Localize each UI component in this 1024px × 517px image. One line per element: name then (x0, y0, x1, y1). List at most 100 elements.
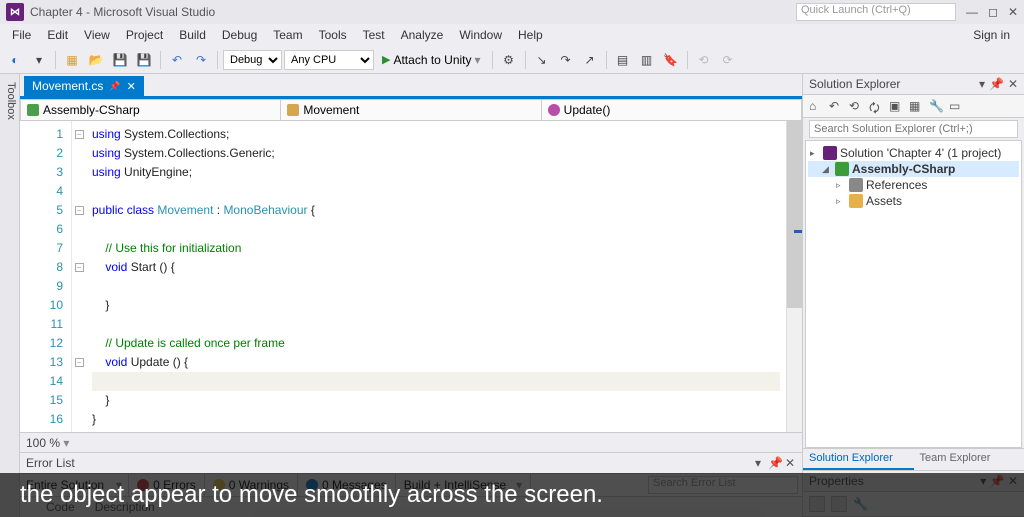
menu-debug[interactable]: Debug (214, 26, 265, 44)
close-icon[interactable]: ✕ (1008, 5, 1018, 19)
toolbar-separator (160, 51, 161, 69)
close-tab-icon[interactable]: ✕ (127, 80, 136, 93)
tree-solution-node[interactable]: ▸ Solution 'Chapter 4' (1 project) (808, 145, 1019, 161)
window-title: Chapter 4 - Microsoft Visual Studio (30, 5, 796, 19)
menu-edit[interactable]: Edit (39, 26, 76, 44)
tab-team-explorer[interactable]: Team Explorer (914, 449, 1024, 470)
step-into-icon[interactable]: ↘ (531, 49, 553, 71)
csharp-project-icon (835, 162, 849, 176)
code-editor[interactable]: 1234567891011121314151617 − − − − using … (20, 121, 802, 432)
tree-assets-node[interactable]: ▹ Assets (808, 193, 1019, 209)
comment-icon[interactable]: ▤ (612, 49, 634, 71)
solution-icon (823, 146, 837, 160)
folder-icon (849, 194, 863, 208)
back-icon[interactable]: ↶ (829, 99, 843, 113)
pin-icon[interactable]: 📌 (768, 456, 780, 470)
search-solution-input[interactable] (809, 120, 1018, 138)
dropdown-icon[interactable]: ▾ (752, 456, 764, 470)
open-file-icon[interactable]: 📂 (85, 49, 107, 71)
tree-references-node[interactable]: ▹ References (808, 177, 1019, 193)
pin-icon[interactable]: 📌 (989, 77, 1004, 91)
toolbar-separator (687, 51, 688, 69)
uncomment-icon[interactable]: ▥ (636, 49, 658, 71)
code-content[interactable]: using System.Collections;using System.Co… (86, 121, 786, 432)
vertical-scrollbar[interactable] (786, 121, 802, 432)
show-all-icon[interactable]: ▦ (909, 99, 923, 113)
menu-build[interactable]: Build (171, 26, 214, 44)
tab-solution-explorer[interactable]: Solution Explorer (803, 449, 914, 470)
window-controls: — ◻ ✕ (966, 5, 1018, 19)
step-out-icon[interactable]: ↗ (579, 49, 601, 71)
menu-view[interactable]: View (76, 26, 118, 44)
sync-icon[interactable]: ⟲ (849, 99, 863, 113)
csharp-project-icon (27, 104, 39, 116)
dropdown-icon: ▾ (475, 53, 481, 67)
nav-forward-icon[interactable]: ▾ (28, 49, 50, 71)
quick-launch-input[interactable]: Quick Launch (Ctrl+Q) (796, 3, 956, 21)
save-icon[interactable]: 💾 (109, 49, 131, 71)
document-tabs: Movement.cs 📌 ✕ (20, 74, 802, 96)
close-panel-icon[interactable]: ✕ (1008, 77, 1018, 91)
refresh-icon[interactable]: 🗘 (869, 99, 883, 113)
undo-icon[interactable]: ↶ (166, 49, 188, 71)
zoom-dropdown[interactable]: 100 % (26, 436, 69, 450)
close-panel-icon[interactable]: ✕ (784, 456, 796, 470)
toolbox-tab[interactable]: Toolbox (0, 74, 20, 517)
scrollbar-thumb[interactable] (787, 121, 802, 308)
expand-icon[interactable]: ▹ (836, 180, 846, 191)
nav-method-dropdown[interactable]: Update() (542, 100, 801, 120)
menu-window[interactable]: Window (451, 26, 510, 44)
dropdown-icon[interactable]: ▾ (979, 77, 985, 91)
toolbar-icon[interactable]: ⚙ (498, 49, 520, 71)
tree-project-node[interactable]: ◢ Assembly-CSharp (808, 161, 1019, 177)
minimize-icon[interactable]: — (966, 5, 978, 19)
navigation-bar: Assembly-CSharp Movement Update() (20, 99, 802, 121)
platform-select[interactable]: Any CPU (284, 50, 374, 70)
menu-project[interactable]: Project (118, 26, 171, 44)
expand-icon[interactable]: ▹ (836, 196, 846, 207)
menu-analyze[interactable]: Analyze (393, 26, 452, 44)
menu-test[interactable]: Test (355, 26, 393, 44)
pin-icon[interactable]: 📌 (109, 81, 120, 92)
step-over-icon[interactable]: ↷ (555, 49, 577, 71)
fold-column[interactable]: − − − − (72, 121, 86, 432)
main-toolbar: ◐ ▾ ▦ 📂 💾 💾 ↶ ↷ Debug Any CPU ▶ Attach t… (0, 46, 1024, 74)
video-caption: the object appear to move smoothly acros… (0, 473, 1024, 517)
attach-label: Attach to Unity (393, 53, 471, 67)
menu-file[interactable]: File (4, 26, 39, 44)
toolbar-separator (492, 51, 493, 69)
menu-tools[interactable]: Tools (311, 26, 355, 44)
editor-column: Movement.cs 📌 ✕ Assembly-CSharp Movement… (20, 74, 802, 517)
solution-explorer-panel: Solution Explorer ▾ 📌 ✕ ⌂ ↶ ⟲ 🗘 ▣ ▦ 🔧 ▭ … (802, 74, 1024, 517)
attach-to-unity-button[interactable]: ▶ Attach to Unity ▾ (376, 50, 487, 70)
properties-icon[interactable]: 🔧 (929, 99, 943, 113)
sign-in-link[interactable]: Sign in (973, 28, 1010, 42)
document-tab-movement[interactable]: Movement.cs 📌 ✕ (24, 76, 144, 96)
nav-back-icon[interactable]: ◐ (4, 49, 26, 71)
class-icon (287, 104, 299, 116)
scrollbar-marker (794, 230, 802, 233)
config-select[interactable]: Debug (223, 50, 282, 70)
nav-project-dropdown[interactable]: Assembly-CSharp (21, 100, 281, 120)
references-label: References (866, 178, 927, 192)
toolbar-separator (217, 51, 218, 69)
preview-icon[interactable]: ▭ (949, 99, 963, 113)
menu-help[interactable]: Help (510, 26, 551, 44)
maximize-icon[interactable]: ◻ (988, 5, 998, 19)
toolbar-icon[interactable]: ⟳ (717, 49, 739, 71)
bookmark-icon[interactable]: 🔖 (660, 49, 682, 71)
assets-label: Assets (866, 194, 902, 208)
title-bar: ⋈ Chapter 4 - Microsoft Visual Studio Qu… (0, 0, 1024, 24)
redo-icon[interactable]: ↷ (190, 49, 212, 71)
expand-icon[interactable]: ▸ (810, 148, 820, 159)
nav-class-dropdown[interactable]: Movement (281, 100, 541, 120)
solution-tree[interactable]: ▸ Solution 'Chapter 4' (1 project) ◢ Ass… (805, 140, 1022, 448)
save-all-icon[interactable]: 💾 (133, 49, 155, 71)
menu-team[interactable]: Team (265, 26, 310, 44)
new-project-icon[interactable]: ▦ (61, 49, 83, 71)
expand-icon[interactable]: ◢ (822, 164, 832, 175)
home-icon[interactable]: ⌂ (809, 99, 823, 113)
collapse-icon[interactable]: ▣ (889, 99, 903, 113)
main-area: Toolbox Movement.cs 📌 ✕ Assembly-CSharp … (0, 74, 1024, 517)
toolbar-icon[interactable]: ⟲ (693, 49, 715, 71)
